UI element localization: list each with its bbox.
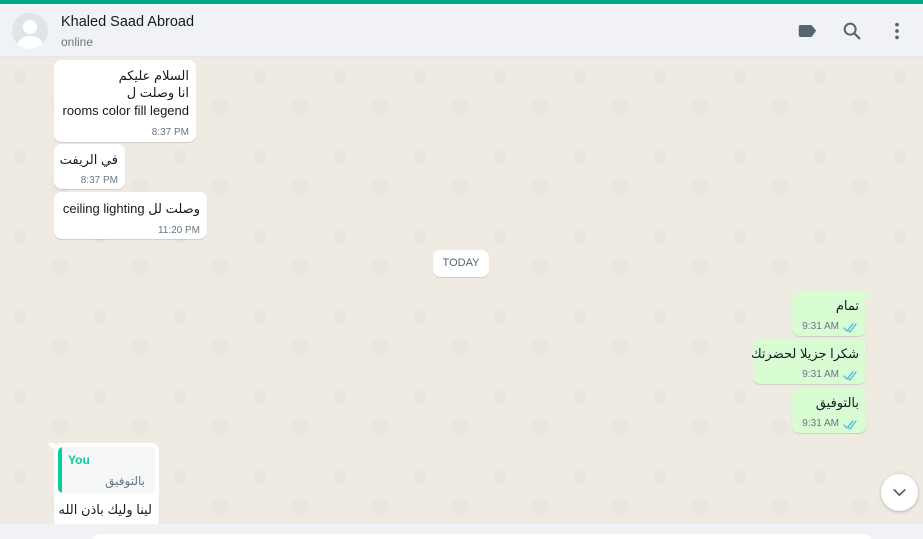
message-incoming[interactable]: في الريفت 8:37 PM [54,144,125,189]
read-receipt-icon [843,323,857,333]
contact-name[interactable]: Khaled Saad Abroad [61,14,194,30]
contact-avatar[interactable] [12,13,48,49]
date-divider: TODAY [433,250,489,277]
chevron-down-icon [893,489,906,496]
message-time: 8:37 PM [151,127,189,138]
message-incoming[interactable]: السلام عليكم انا وصلت ل rooms color fill… [54,60,196,142]
bubble-tail [47,443,55,451]
chat-header: Khaled Saad Abroad online [0,4,923,57]
quote-text: بالتوفيق [105,474,145,488]
scroll-to-bottom-button[interactable] [881,474,918,511]
message-outgoing[interactable]: تمام 9:31 AM [792,291,873,336]
message-time: 9:31 AM [802,369,839,380]
avatar-head-shape [23,20,37,34]
message-time: 8:37 PM [80,175,118,186]
message-text: شكرا جزيلا لحضرتك [750,346,859,361]
message-outgoing[interactable]: بالتوفيق 9:31 AM [792,388,866,433]
quote-accent-bar [58,447,62,493]
composer-bar [0,524,923,539]
message-text: تمام [835,298,859,313]
message-outgoing[interactable]: شكرا جزيلا لحضرتك 9:31 AM [750,339,866,384]
message-list[interactable]: السلام عليكم انا وصلت ل rooms color fill… [0,57,923,524]
message-time: 9:31 AM [802,418,839,429]
message-input[interactable] [92,534,872,539]
message-time: 9:31 AM [802,321,839,332]
message-text-line: rooms color fill legend [62,103,189,118]
message-text-line: السلام عليكم [118,68,189,83]
message-text: في الريفت [59,152,118,167]
message-text: وصلت لل ceiling lighting [62,201,200,216]
search-icon[interactable] [841,20,863,42]
message-incoming[interactable]: وصلت لل ceiling lighting 11:20 PM [54,192,207,239]
quote-author: You [68,453,90,467]
message-text-line: انا وصلت ل [126,85,189,100]
read-receipt-icon [843,371,857,381]
message-time: 11:20 PM [157,225,200,236]
quoted-message[interactable]: You بالتوفيق [58,447,155,493]
bubble-tail [865,291,873,299]
contact-status: online [61,35,94,49]
message-text: بالتوفيق [815,395,859,410]
avatar-body-shape [17,36,43,49]
message-incoming-reply[interactable]: You بالتوفيق لينا وليك باذن الله [47,443,159,524]
read-receipt-icon [843,420,857,430]
label-icon[interactable] [796,20,818,42]
menu-icon[interactable] [886,20,908,42]
message-text: لينا وليك باذن الله [58,502,152,517]
